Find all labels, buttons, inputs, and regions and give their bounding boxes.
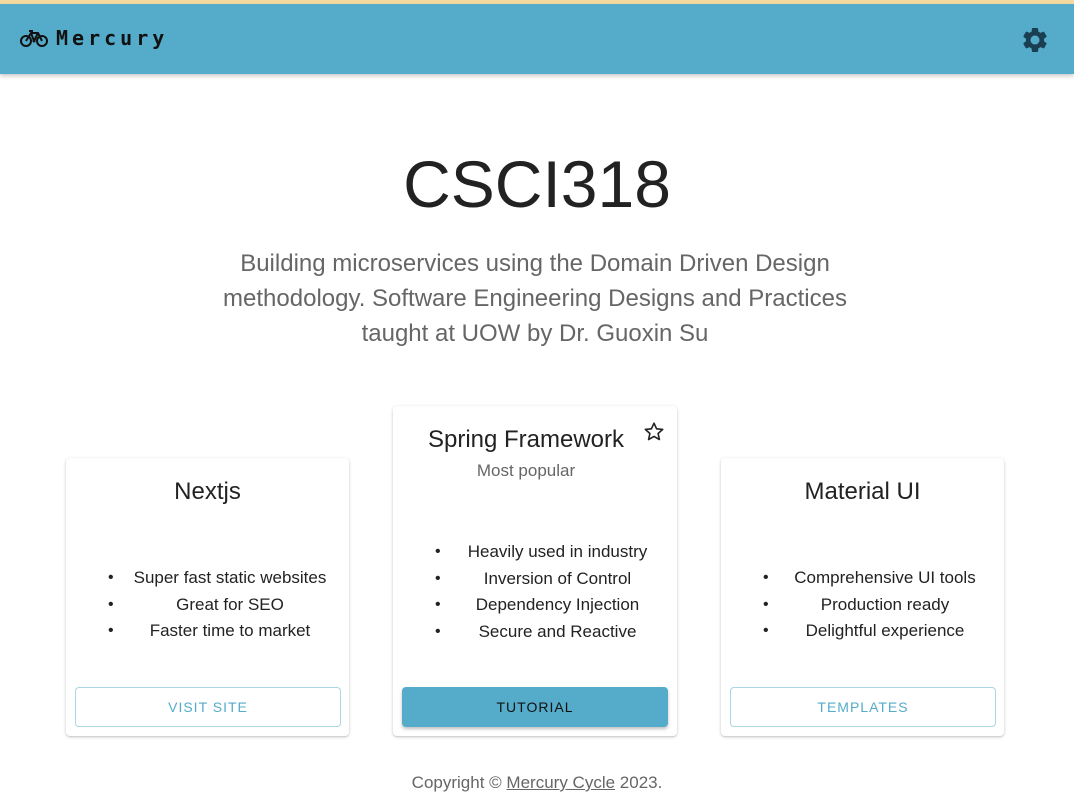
feature-item: Dependency Injection	[393, 592, 677, 619]
templates-button[interactable]: TEMPLATES	[730, 687, 996, 727]
feature-list: Super fast static websites Great for SEO…	[66, 565, 349, 645]
tutorial-button[interactable]: TUTORIAL	[402, 687, 668, 727]
feature-item: Delightful experience	[721, 618, 1004, 645]
card-title: Spring Framework	[427, 426, 625, 453]
feature-item: Inversion of Control	[393, 566, 677, 593]
feature-item: Production ready	[721, 592, 1004, 619]
feature-list: Comprehensive UI tools Production ready …	[721, 565, 1004, 645]
feature-item: Great for SEO	[66, 592, 349, 619]
brand-link[interactable]: Mercury	[20, 26, 168, 50]
feature-item: Comprehensive UI tools	[721, 565, 1004, 592]
card-subheader: Most popular	[476, 461, 576, 480]
hero-title: CSCI318	[403, 147, 671, 221]
feature-item: Super fast static websites	[66, 565, 349, 592]
app-bar: Mercury	[0, 4, 1074, 74]
footer-link-mercury-cycle[interactable]: Mercury Cycle	[506, 773, 615, 792]
star-outline-icon	[642, 420, 666, 444]
feature-list: Heavily used in industry Inversion of Co…	[393, 539, 677, 645]
copyright-year: 2023.	[619, 773, 663, 792]
hero-subtitle: Building microservices using the Domain …	[223, 250, 847, 347]
bicycle-icon	[20, 28, 48, 48]
feature-item: Secure and Reactive	[393, 619, 677, 646]
visit-site-button[interactable]: VISIT SITE	[75, 687, 341, 727]
brand-name: Mercury	[56, 26, 169, 50]
gear-icon	[1020, 27, 1050, 59]
pricing-card-spring: Spring Framework Most popular Heavily us…	[393, 406, 677, 736]
copyright-prefix: Copyright ©	[411, 773, 502, 792]
card-title: Material UI	[804, 478, 921, 505]
footer: Copyright © Mercury Cycle 2023.	[0, 773, 1074, 793]
pricing-card-material-ui: Material UI Comprehensive UI tools Produ…	[721, 458, 1004, 736]
pricing-card-nextjs: Nextjs Super fast static websites Great …	[66, 458, 349, 736]
card-title: Nextjs	[174, 478, 241, 505]
settings-button[interactable]	[1020, 25, 1050, 55]
feature-item: Faster time to market	[66, 618, 349, 645]
feature-item: Heavily used in industry	[393, 539, 677, 566]
